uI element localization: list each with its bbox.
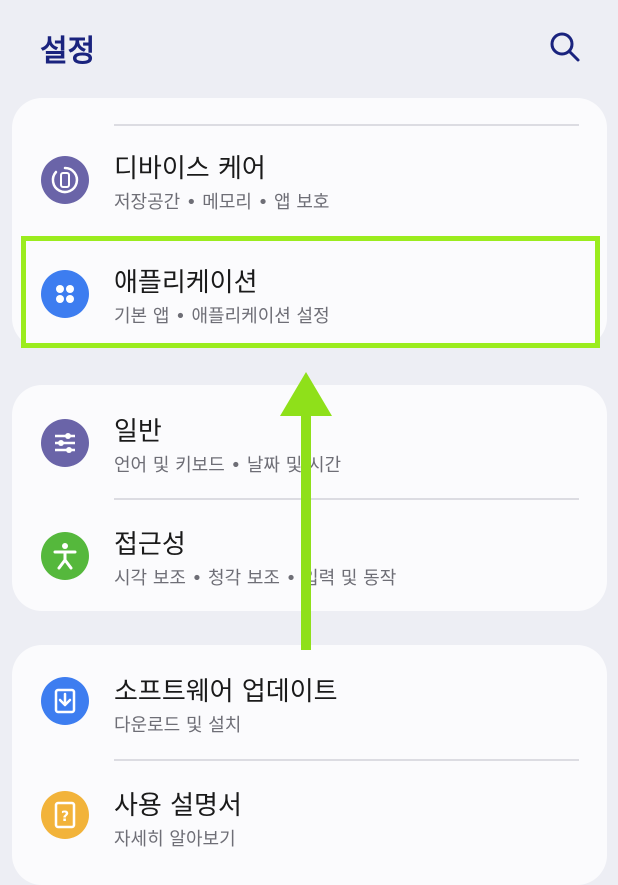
settings-item-software-update[interactable]: 소프트웨어 업데이트 다운로드 및 설치	[12, 645, 607, 759]
sliders-icon	[41, 419, 89, 467]
item-title: 사용 설명서	[114, 791, 242, 821]
search-icon	[550, 32, 580, 62]
item-subtitle: 시각 보조 • 청각 보조 • 입력 및 동작	[114, 568, 397, 589]
settings-item-device-care[interactable]: 디바이스 케어 저장공간 • 메모리 • 앱 보호	[12, 126, 607, 240]
item-title: 디바이스 케어	[114, 154, 266, 184]
device-care-icon	[41, 156, 89, 204]
page-title: 설정	[40, 34, 96, 69]
settings-item-user-manual[interactable]: ? 사용 설명서 자세히 알아보기	[12, 761, 607, 875]
settings-card-support: 소프트웨어 업데이트 다운로드 및 설치 ? 사용 설명서 자세히 알아보기	[12, 645, 607, 885]
item-title: 접근성	[114, 530, 186, 560]
manual-icon: ?	[41, 791, 89, 839]
item-title: 일반	[114, 417, 162, 447]
up-arrow-annotation	[280, 372, 332, 650]
item-subtitle: 저장공간 • 메모리 • 앱 보호	[114, 192, 330, 213]
search-button[interactable]	[546, 28, 584, 66]
highlight-box	[21, 236, 600, 348]
item-subtitle: 자세히 알아보기	[114, 829, 236, 850]
download-icon	[41, 677, 89, 725]
accessibility-icon	[41, 532, 89, 580]
svg-text:?: ?	[61, 809, 69, 825]
item-title: 소프트웨어 업데이트	[114, 677, 338, 707]
item-subtitle: 다운로드 및 설치	[114, 715, 242, 736]
